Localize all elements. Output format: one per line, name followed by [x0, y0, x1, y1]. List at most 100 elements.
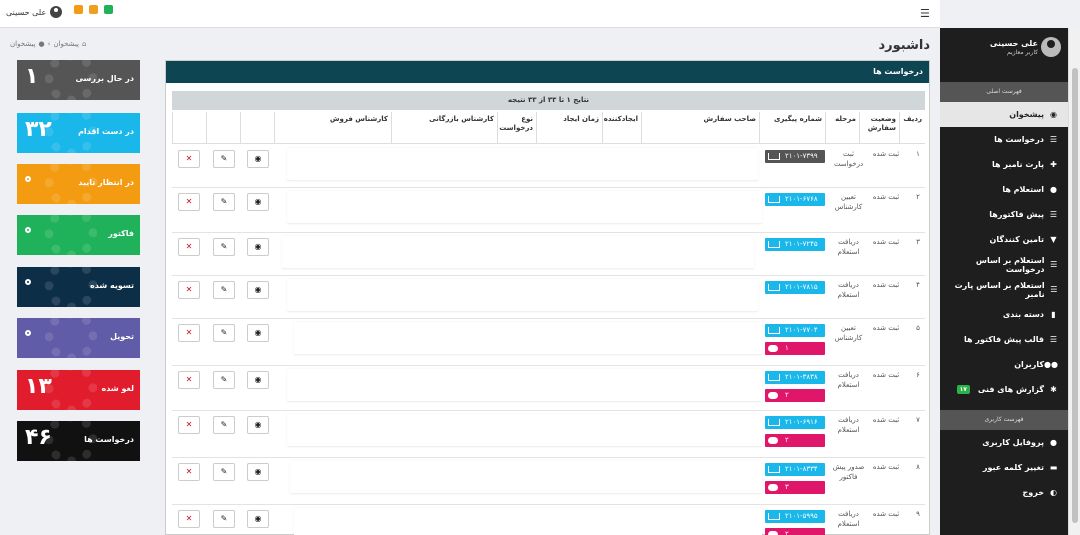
column-header: صاحب سفارش: [641, 112, 759, 144]
tracking-number[interactable]: ۲۱۰۱-۳۸۳۸: [765, 371, 825, 384]
view-button[interactable]: ◉: [247, 416, 269, 434]
view-button[interactable]: ◉: [247, 238, 269, 256]
delete-button[interactable]: ✕: [178, 371, 200, 389]
stat-tile[interactable]: در انتظار تایید: [17, 164, 140, 204]
row-number: ۲: [916, 193, 920, 201]
tracking-number[interactable]: ۲۱۰۱-۸۳۳۴: [765, 463, 825, 476]
count-badge: ۱۷: [956, 385, 970, 394]
scrollbar-thumb[interactable]: [1072, 68, 1078, 523]
row-number: ۸: [916, 463, 920, 471]
menu-toggle-icon[interactable]: ☰: [920, 8, 930, 19]
edit-button[interactable]: ✎: [213, 324, 235, 342]
sidebar-item[interactable]: ●● کاربران: [940, 352, 1068, 377]
scrollbar[interactable]: [1068, 28, 1080, 535]
breadcrumb: پیشخوان ● ‹ پیشخوان ⌂: [10, 40, 86, 48]
sidebar-item[interactable]: ◐ خروج: [940, 480, 1068, 505]
delete-button[interactable]: ✕: [178, 150, 200, 168]
tracking-number[interactable]: ۲۱۰۱-۶۷۶۸: [765, 193, 825, 206]
tracking-number[interactable]: ۲۱۰۱-۷۷۰۴: [765, 324, 825, 337]
delete-button[interactable]: ✕: [178, 510, 200, 528]
tile-value: ۱: [25, 64, 39, 89]
stat-tile[interactable]: ۱۳ لغو شده: [17, 370, 140, 410]
delete-button[interactable]: ✕: [178, 238, 200, 256]
sidebar-item[interactable]: ◉ پیشخوان: [940, 102, 1068, 127]
view-button[interactable]: ◉: [247, 510, 269, 528]
tracking-number[interactable]: ۲۱۰۱-۷۸۱۵: [765, 281, 825, 294]
view-button[interactable]: ◉: [247, 324, 269, 342]
edit-button[interactable]: ✎: [213, 193, 235, 211]
messages-badge[interactable]: ۳: [765, 481, 825, 494]
sidebar-profile: علی حسینی کاربر معازیم: [940, 28, 1068, 82]
tracking-number[interactable]: ۲۱۰۱-۷۳۹۹: [765, 150, 825, 163]
tracking-number[interactable]: ۲۱۰۱-۶۹۱۶: [765, 416, 825, 429]
sidebar-item[interactable]: ✱ گزارش های فنی ۱۷: [940, 377, 1068, 402]
stat-tile[interactable]: ۴۶ درخواست ها: [17, 421, 140, 461]
breadcrumb-item[interactable]: پیشخوان: [10, 40, 36, 48]
view-button[interactable]: ◉: [247, 193, 269, 211]
table-row: ۲ ثبت شده تعیین کارشناس ۲۱۰۱-۶۷۶۸ ◉ ✎ ✕: [172, 188, 925, 233]
message-icon[interactable]: [104, 5, 113, 14]
user-menu[interactable]: علی حسینی: [6, 6, 63, 18]
tracking-value: ۲۱۰۱-۵۹۹۵: [785, 512, 818, 520]
delete-button[interactable]: ✕: [178, 416, 200, 434]
sidebar-item[interactable]: ☰ قالب پیش فاکتور ها: [940, 327, 1068, 352]
messages-badge[interactable]: ۲: [765, 389, 825, 402]
view-button[interactable]: ◉: [247, 281, 269, 299]
row-details-box: [282, 236, 754, 269]
view-button[interactable]: ◉: [247, 463, 269, 481]
circle-icon: [25, 330, 31, 336]
tracking-number[interactable]: ۲۱۰۱-۷۲۴۵: [765, 238, 825, 251]
delete-button[interactable]: ✕: [178, 193, 200, 211]
stat-tile[interactable]: ۳۲ در دست اقدام: [17, 113, 140, 153]
delete-button[interactable]: ✕: [178, 463, 200, 481]
sidebar-item[interactable]: ☰ استعلام بر اساس پارت نامبر: [940, 277, 1068, 302]
tracking-number[interactable]: ۲۱۰۱-۵۹۹۵: [765, 510, 825, 523]
sidebar-item[interactable]: ▮ دسته بندی: [940, 302, 1068, 327]
factory-icon: [768, 241, 780, 248]
view-button[interactable]: ◉: [247, 371, 269, 389]
edit-button[interactable]: ✎: [213, 281, 235, 299]
notification-icon[interactable]: [74, 5, 83, 14]
factory-icon: [768, 374, 780, 381]
sidebar-item[interactable]: ▬ تغییر کلمه عبور: [940, 455, 1068, 480]
list-icon: ☰: [1049, 210, 1058, 219]
sidebar-user-role: کاربر معازیم: [1007, 49, 1038, 56]
messages-count: ۳: [785, 483, 789, 491]
edit-button[interactable]: ✎: [213, 463, 235, 481]
row-number: ۷: [916, 416, 920, 424]
factory-icon: [768, 466, 780, 473]
edit-button[interactable]: ✎: [213, 510, 235, 528]
stat-tile[interactable]: فاکتور: [17, 215, 140, 255]
sidebar-item[interactable]: ▼ تامین کنندگان: [940, 227, 1068, 252]
edit-button[interactable]: ✎: [213, 416, 235, 434]
row-number: ۶: [916, 371, 920, 379]
delete-button[interactable]: ✕: [178, 324, 200, 342]
messages-badge[interactable]: ۱: [765, 342, 825, 355]
dashboard-icon: ◉: [1050, 110, 1057, 119]
edit-button[interactable]: ✎: [213, 371, 235, 389]
edit-button[interactable]: ✎: [213, 238, 235, 256]
stat-tile[interactable]: تسویه شده: [17, 267, 140, 307]
factory-icon: [768, 153, 780, 160]
sidebar-item[interactable]: ● پروفایل کاربری: [940, 430, 1068, 455]
sidebar-item[interactable]: ● استعلام ها: [940, 177, 1068, 202]
sidebar-item-label: گزارش های فنی: [977, 385, 1044, 394]
sidebar-item[interactable]: ☰ درخواست ها: [940, 127, 1068, 152]
messages-badge[interactable]: ۲: [765, 434, 825, 447]
order-status: ثبت شده: [872, 463, 900, 471]
edit-button[interactable]: ✎: [213, 150, 235, 168]
stat-tile[interactable]: تحویل: [17, 318, 140, 358]
sidebar-item[interactable]: ☰ استعلام بر اساس درخواست: [940, 252, 1068, 277]
sidebar: علی حسینی کاربر معازیم فهرست اصلی ◉ پیشخو…: [940, 28, 1068, 535]
delete-button[interactable]: ✕: [178, 281, 200, 299]
sidebar-item[interactable]: ☰ پیش فاکتورها: [940, 202, 1068, 227]
factory-icon: [768, 284, 780, 291]
view-button[interactable]: ◉: [247, 150, 269, 168]
messages-badge[interactable]: ۲: [765, 528, 825, 535]
sidebar-item[interactable]: ✚ پارت نامبر ها: [940, 152, 1068, 177]
stat-tile[interactable]: ۱ در حال بررسی: [17, 60, 140, 100]
bookmark-icon[interactable]: [89, 5, 98, 14]
breadcrumb-item[interactable]: پیشخوان: [53, 40, 79, 48]
messages-count: ۲: [785, 391, 789, 399]
tile-value: ۳۲: [25, 117, 52, 142]
